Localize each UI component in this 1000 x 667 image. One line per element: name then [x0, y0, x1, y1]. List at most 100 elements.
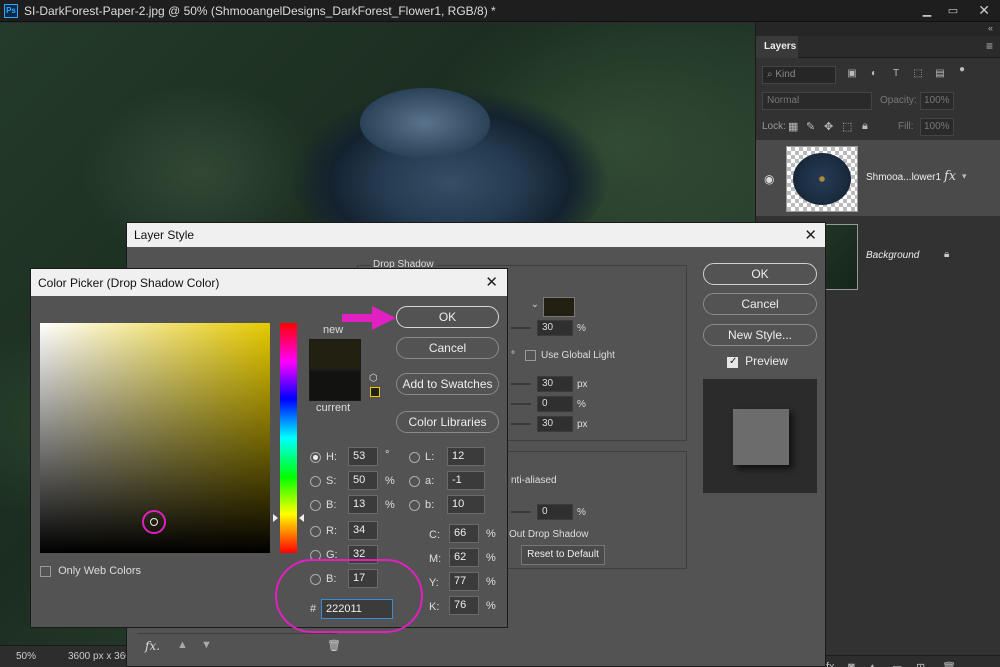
- blend-row: Normal Opacity: 100%: [762, 92, 994, 110]
- current-color-swatch[interactable]: [309, 370, 361, 401]
- zoom-level[interactable]: 50%: [16, 651, 36, 662]
- preview-checkbox[interactable]: [727, 356, 738, 368]
- global-light-checkbox[interactable]: [525, 350, 536, 361]
- shadow-color-swatch[interactable]: [543, 297, 575, 317]
- distance-unit: px: [577, 379, 588, 390]
- panel-menu-icon[interactable]: ≡: [986, 39, 993, 53]
- spread-field[interactable]: 0: [537, 396, 573, 412]
- lock-transparent-icon[interactable]: ▦: [788, 120, 798, 133]
- noise-slider[interactable]: [511, 511, 531, 513]
- hue-slider-left-arrow[interactable]: [273, 514, 278, 522]
- red-radio[interactable]: [310, 526, 321, 537]
- lightness-input[interactable]: 12: [447, 447, 485, 466]
- pixel-filter-icon[interactable]: ▣: [846, 68, 858, 80]
- fx-icon[interactable]: fx: [944, 169, 956, 184]
- hue-input[interactable]: 53: [348, 447, 378, 466]
- lightness-radio[interactable]: [409, 452, 420, 463]
- web-safe-swatch[interactable]: [370, 387, 380, 397]
- b-channel-label: b:: [425, 499, 435, 511]
- cyan-label: C:: [429, 529, 440, 541]
- yellow-label: Y:: [429, 577, 439, 589]
- collapse-panels-icon[interactable]: «: [988, 23, 993, 33]
- brightness-radio[interactable]: [310, 500, 321, 511]
- size-slider[interactable]: [511, 423, 531, 425]
- layer-row[interactable]: ◉ Shmooa...lower1 fx ▾: [756, 140, 1000, 216]
- b-channel-input[interactable]: 10: [447, 495, 485, 514]
- trash-icon[interactable]: 🗑︎: [942, 661, 956, 667]
- shape-filter-icon[interactable]: ⬚: [912, 68, 924, 80]
- blend-mode-select[interactable]: Normal: [762, 92, 872, 110]
- opacity-input[interactable]: 100%: [920, 92, 954, 110]
- panel-collapse-strip[interactable]: «: [756, 22, 1000, 36]
- ok-button[interactable]: OK: [396, 306, 499, 328]
- magenta-input[interactable]: 62: [449, 548, 479, 567]
- black-label: K:: [429, 601, 440, 613]
- new-style-button[interactable]: New Style...: [703, 324, 817, 346]
- fx-icon[interactable]: fx.: [145, 639, 160, 653]
- close-icon[interactable]: ✕: [485, 273, 498, 291]
- hue-slider-right-arrow[interactable]: [299, 514, 304, 522]
- a-channel-radio[interactable]: [409, 476, 420, 487]
- hue-radio[interactable]: [310, 452, 321, 463]
- fx-menu-icon[interactable]: fx: [826, 661, 835, 667]
- b-channel-radio[interactable]: [409, 500, 420, 511]
- lock-position-icon[interactable]: ✥: [824, 120, 833, 133]
- type-filter-icon[interactable]: T: [890, 68, 902, 80]
- spread-slider[interactable]: [511, 403, 531, 405]
- hex-input[interactable]: 222011: [321, 599, 393, 619]
- ok-button[interactable]: OK: [703, 263, 817, 285]
- blend-mode-dropdown[interactable]: ⌄: [507, 299, 539, 317]
- red-input[interactable]: 34: [348, 521, 378, 540]
- saturation-input[interactable]: 50: [348, 471, 378, 490]
- noise-field[interactable]: 0: [537, 504, 573, 520]
- reset-to-default-button[interactable]: Reset to Default: [521, 545, 605, 565]
- tab-layers[interactable]: Layers: [756, 36, 798, 58]
- opacity-field[interactable]: 30: [537, 320, 573, 336]
- smart-object-filter-icon[interactable]: ▤: [934, 68, 946, 80]
- new-color-swatch: [309, 339, 361, 370]
- add-mask-icon[interactable]: ◙: [848, 661, 855, 667]
- restore-button[interactable]: ▭: [942, 3, 964, 19]
- new-layer-icon[interactable]: ⊞: [916, 661, 925, 667]
- hue-slider[interactable]: [280, 323, 297, 553]
- layer-name[interactable]: Shmooa...lower1: [866, 172, 941, 183]
- distance-field[interactable]: 30: [537, 376, 573, 392]
- a-channel-input[interactable]: -1: [447, 471, 485, 490]
- size-field[interactable]: 30: [537, 416, 573, 432]
- cancel-button[interactable]: Cancel: [396, 337, 499, 359]
- move-up-icon[interactable]: ▲: [177, 639, 188, 651]
- only-web-colors-toggle[interactable]: Only Web Colors: [40, 565, 141, 577]
- color-libraries-button[interactable]: Color Libraries: [396, 411, 499, 433]
- minimize-button[interactable]: ▁: [916, 3, 938, 19]
- preview-toggle[interactable]: Preview: [727, 354, 788, 368]
- adjustment-layer-icon[interactable]: ◐: [870, 661, 877, 667]
- adjustment-filter-icon[interactable]: ◐: [868, 68, 880, 80]
- brightness-input[interactable]: 13: [348, 495, 378, 514]
- chevron-down-icon[interactable]: ▾: [962, 171, 967, 182]
- add-to-swatches-button[interactable]: Add to Swatches: [396, 373, 499, 395]
- layer-name[interactable]: Background: [866, 250, 919, 261]
- close-icon[interactable]: ✕: [804, 226, 817, 244]
- fill-input[interactable]: 100%: [920, 118, 954, 136]
- delete-effect-icon[interactable]: 🗑︎: [327, 639, 341, 652]
- cyan-input[interactable]: 66: [449, 524, 479, 543]
- cube-icon[interactable]: ⬡: [369, 373, 378, 384]
- lock-artboard-icon[interactable]: ⬚: [842, 120, 852, 133]
- distance-slider[interactable]: [511, 383, 531, 385]
- cancel-button[interactable]: Cancel: [703, 293, 817, 315]
- saturation-unit: %: [385, 475, 395, 487]
- yellow-input[interactable]: 77: [449, 572, 479, 591]
- window-close-button[interactable]: ✕: [978, 2, 990, 19]
- visibility-eye-icon[interactable]: ◉: [764, 172, 774, 186]
- group-folder-icon[interactable]: ▭: [892, 661, 902, 667]
- styles-list-footer: fx. ▲ ▼ 🗑︎: [137, 633, 341, 657]
- kind-filter-select[interactable]: ⌕ Kind: [762, 66, 836, 84]
- filter-toggle-icon[interactable]: ●: [956, 64, 968, 76]
- lock-all-icon[interactable]: 🔒︎: [862, 120, 868, 133]
- opacity-slider[interactable]: [511, 327, 531, 329]
- lock-image-icon[interactable]: ✎: [806, 120, 815, 133]
- only-web-colors-checkbox[interactable]: [40, 565, 51, 577]
- black-input[interactable]: 76: [449, 596, 479, 615]
- saturation-radio[interactable]: [310, 476, 321, 487]
- move-down-icon[interactable]: ▼: [201, 639, 212, 651]
